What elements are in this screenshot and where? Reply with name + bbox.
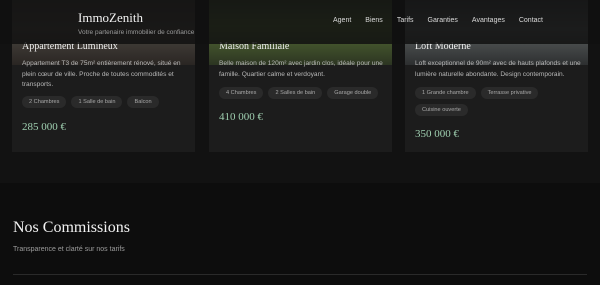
divider: [13, 274, 587, 275]
property-tag: 4 Chambres: [219, 87, 264, 99]
property-tag: 2 Salles de bain: [268, 87, 323, 99]
property-price: 285 000 €: [22, 121, 66, 133]
brand-name[interactable]: ImmoZenith: [78, 11, 194, 25]
nav-link-contact[interactable]: Contact: [519, 17, 543, 24]
commissions-section: Nos Commissions Transparence et clarté s…: [0, 183, 600, 285]
nav-link-avantages[interactable]: Avantages: [472, 17, 505, 24]
nav-link-biens[interactable]: Biens: [365, 17, 383, 24]
property-tag: 1 Salle de bain: [71, 96, 123, 108]
property-tag: 2 Chambres: [22, 96, 67, 108]
nav-link-agent[interactable]: Agent: [333, 17, 351, 24]
nav-link-garanties[interactable]: Garanties: [428, 17, 458, 24]
property-tags: 4 Chambres 2 Salles de bain Garage doubl…: [219, 87, 389, 99]
main-nav: Agent Biens Tarifs Garanties Avantages C…: [333, 17, 557, 24]
property-tag: Terrasse privative: [480, 87, 539, 99]
property-description: Appartement T3 de 75m² entièrement rénov…: [22, 60, 181, 88]
nav-link-tarifs[interactable]: Tarifs: [397, 17, 414, 24]
property-tag: Balcon: [127, 96, 159, 108]
property-price: 350 000 €: [415, 128, 459, 140]
section-title: Nos Commissions: [13, 219, 130, 236]
property-tags: 1 Grande chambre Terrasse privative Cuis…: [415, 87, 585, 116]
property-tags: 2 Chambres 1 Salle de bain Balcon: [22, 96, 192, 108]
property-tag: Cuisine ouverte: [415, 104, 468, 116]
section-subtitle: Transparence et clarté sur nos tarifs: [13, 246, 125, 253]
brand[interactable]: ImmoZenith Votre partenaire immobilier d…: [78, 11, 195, 37]
brand-tagline: Votre partenaire immobilier de confiance: [78, 29, 195, 36]
property-price: 410 000 €: [219, 111, 263, 123]
property-description: Loft exceptionnel de 90m² avec de hauts …: [415, 60, 581, 78]
property-tag: Garage double: [327, 87, 379, 99]
property-description: Belle maison de 120m² avec jardin clos, …: [219, 60, 383, 78]
property-tag: 1 Grande chambre: [415, 87, 476, 99]
site-header: ImmoZenith Votre partenaire immobilier d…: [0, 0, 600, 44]
